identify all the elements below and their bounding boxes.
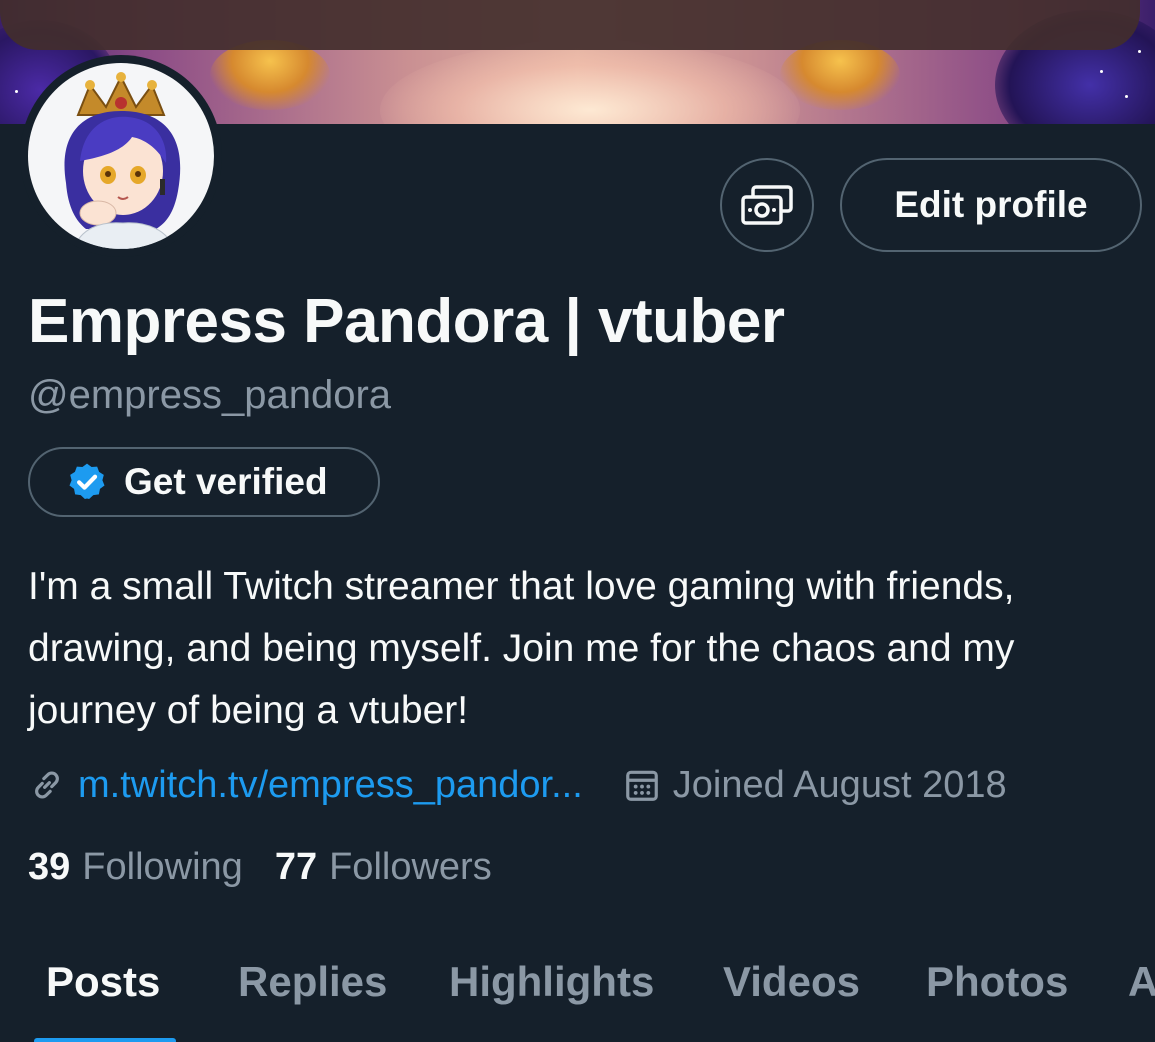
get-verified-button[interactable]: Get verified: [28, 447, 380, 517]
profile-bio: I'm a small Twitch streamer that love ga…: [28, 565, 1015, 732]
tab-videos[interactable]: Videos: [723, 958, 860, 1006]
avatar-image: [28, 63, 214, 249]
profile-page: Edit profile Empress Pandora | vtuber @e…: [0, 0, 1155, 1042]
following-label: Following: [82, 846, 243, 888]
user-handle: @empress_pandora: [28, 373, 392, 417]
notification-overlay[interactable]: [0, 0, 1140, 50]
sparkle-decoration: [15, 90, 18, 93]
tab-photos[interactable]: Photos: [926, 958, 1068, 1006]
joined-date: Joined August 2018: [623, 764, 1007, 807]
edit-profile-button[interactable]: Edit profile: [840, 158, 1142, 252]
display-name: Empress Pandora | vtuber: [28, 287, 785, 356]
sparkle-decoration: [1100, 70, 1103, 73]
followers-count: 77: [274, 846, 318, 888]
tips-button[interactable]: [720, 158, 814, 252]
calendar-icon: [625, 770, 658, 801]
joined-date-label: Joined August 2018: [672, 763, 1007, 806]
banner-art-glow: [380, 40, 800, 124]
profile-tabs: Posts Replies Highlights Videos Photos A: [0, 950, 1155, 1042]
sparkle-decoration: [1138, 50, 1141, 53]
follow-stats: 39 Following 77 Followers: [28, 846, 492, 889]
tab-highlights[interactable]: Highlights: [449, 958, 654, 1006]
money-icon: [741, 185, 793, 225]
avatar-illustration: [64, 72, 181, 249]
get-verified-label: Get verified: [124, 461, 328, 502]
verified-badge-icon: [69, 463, 105, 499]
followers-link[interactable]: 77 Followers: [275, 846, 492, 889]
profile-website-link[interactable]: m.twitch.tv/empress_pandor...: [78, 764, 583, 807]
sparkle-decoration: [1125, 95, 1128, 98]
active-tab-indicator: [34, 1038, 176, 1042]
following-count: 39: [28, 846, 71, 888]
profile-meta: m.twitch.tv/empress_pandor... Joined Aug…: [28, 762, 1007, 808]
tab-replies[interactable]: Replies: [238, 958, 387, 1006]
tab-posts[interactable]: Posts: [46, 958, 160, 1006]
followers-label: Followers: [329, 846, 492, 888]
avatar[interactable]: [20, 55, 222, 257]
link-icon: [35, 771, 59, 799]
banner-art-eye-right: [780, 40, 900, 110]
edit-profile-label: Edit profile: [894, 184, 1088, 225]
tab-overflow[interactable]: A: [1128, 958, 1155, 1006]
banner-art-eye-left: [210, 40, 330, 110]
following-link[interactable]: 39 Following: [28, 846, 243, 889]
